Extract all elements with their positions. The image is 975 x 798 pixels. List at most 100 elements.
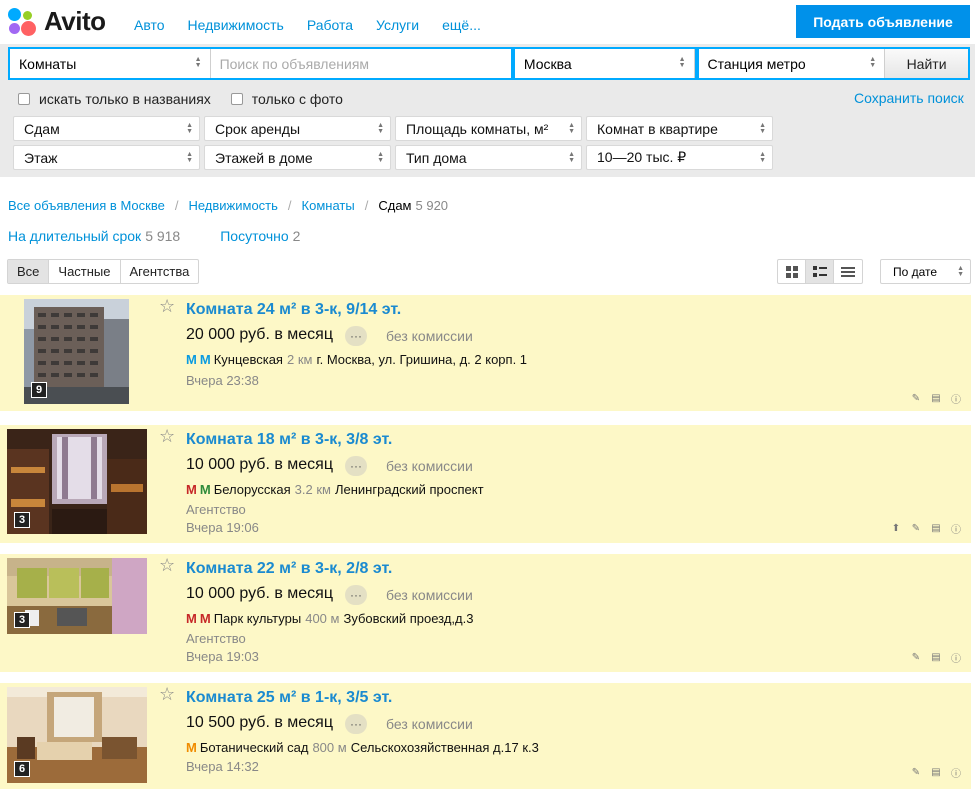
sort-select[interactable]: По дате ▲ ▼ bbox=[880, 259, 971, 284]
favorite-star-icon[interactable]: ☆ bbox=[159, 296, 175, 317]
listing-commission: без комиссии bbox=[386, 587, 473, 603]
edit-pencil-icon[interactable]: ✎ bbox=[909, 765, 923, 779]
notepad-icon[interactable]: ▤ bbox=[929, 521, 943, 535]
photo-only-label[interactable]: только с фото bbox=[252, 91, 343, 107]
filter-rooms-label: Комнат в квартире bbox=[597, 120, 718, 137]
select-arrows-icon: ▲ ▼ bbox=[869, 56, 877, 69]
tab-agencies[interactable]: Агентства bbox=[121, 260, 199, 283]
city-select[interactable]: Москва ▲ ▼ bbox=[515, 49, 695, 78]
metro-line-icon: M bbox=[186, 740, 197, 755]
listing-item[interactable]: 9 ☆ Комната 24 м² в 3-к, 9/14 эт. 20 000… bbox=[0, 295, 971, 411]
crumb-all-moscow[interactable]: Все объявления в Москве bbox=[8, 198, 165, 213]
listing-photo[interactable]: 3 bbox=[7, 429, 147, 534]
filter-floors-label: Этажей в доме bbox=[215, 149, 313, 166]
select-arrows-icon: ▲ ▼ bbox=[957, 265, 964, 278]
find-button[interactable]: Найти bbox=[884, 49, 968, 78]
logo-dots-icon bbox=[8, 7, 38, 37]
filter-price-label: 10—20 тыс. ₽ bbox=[597, 149, 687, 165]
crumb-separator: / bbox=[287, 198, 292, 213]
filter-floor[interactable]: Этаж ▲ ▼ bbox=[13, 145, 200, 170]
listing-title[interactable]: Комната 25 м² в 1-к, 3/5 эт. bbox=[186, 689, 392, 707]
gallery-view-icon[interactable] bbox=[778, 260, 806, 283]
metro-select[interactable]: Станция метро ▲ ▼ bbox=[699, 49, 885, 78]
filter-house-type[interactable]: Тип дома ▲ ▼ bbox=[395, 145, 582, 170]
info-icon[interactable]: ⓘ bbox=[949, 391, 963, 406]
listing-photo[interactable]: 9 bbox=[24, 299, 129, 404]
notepad-icon[interactable]: ▤ bbox=[929, 391, 943, 405]
edit-pencil-icon[interactable]: ✎ bbox=[909, 650, 923, 664]
titles-only-label[interactable]: искать только в названиях bbox=[39, 91, 211, 107]
more-options-icon[interactable]: ··· bbox=[345, 585, 367, 605]
favorite-star-icon[interactable]: ☆ bbox=[159, 684, 175, 705]
titles-only-checkbox[interactable] bbox=[18, 93, 30, 105]
listing-photo[interactable]: 3 bbox=[7, 558, 147, 634]
site-header: Avito Авто Недвижимость Работа Услуги ещ… bbox=[0, 0, 975, 44]
listing-seller-type: Агентство bbox=[186, 502, 246, 517]
crumb-rooms[interactable]: Комнаты bbox=[302, 198, 355, 213]
post-ad-button[interactable]: Подать объявление bbox=[796, 5, 970, 38]
listing-date: Вчера 23:38 bbox=[186, 373, 259, 388]
view-switcher bbox=[777, 259, 863, 284]
search-options: искать только в названиях только с фото bbox=[18, 91, 363, 107]
notepad-icon[interactable]: ▤ bbox=[929, 650, 943, 664]
tab-all[interactable]: Все bbox=[8, 260, 50, 283]
metro-line-icon: M bbox=[186, 352, 197, 367]
favorite-star-icon[interactable]: ☆ bbox=[159, 555, 175, 576]
info-icon[interactable]: ⓘ bbox=[949, 650, 963, 665]
breadcrumb: Все объявления в Москве / Недвижимость /… bbox=[8, 198, 448, 213]
crumb-current: Сдам bbox=[378, 198, 412, 213]
save-search-link[interactable]: Сохранить поиск bbox=[854, 90, 964, 106]
list-view-icon[interactable] bbox=[806, 260, 834, 283]
metro-value: Станция метро bbox=[707, 55, 806, 72]
more-options-icon[interactable]: ··· bbox=[345, 714, 367, 734]
tab-private[interactable]: Частные bbox=[49, 260, 121, 283]
nav-realty[interactable]: Недвижимость bbox=[188, 17, 284, 33]
metro-station: Ботанический сад bbox=[199, 740, 309, 755]
nav-more[interactable]: ещё... bbox=[442, 17, 481, 33]
listing-price: 10 500 руб. в месяц bbox=[186, 714, 334, 731]
select-arrows-icon: ▲ ▼ bbox=[568, 151, 575, 164]
listing-photo[interactable]: 6 bbox=[7, 687, 147, 783]
listing-actions: ✎ ▤ ⓘ bbox=[909, 391, 963, 406]
listing-title[interactable]: Комната 22 м² в 3-к, 2/8 эт. bbox=[186, 560, 392, 578]
photo-only-checkbox[interactable] bbox=[230, 93, 243, 105]
edit-pencil-icon[interactable]: ✎ bbox=[909, 391, 923, 405]
sub-daily[interactable]: Посуточно bbox=[220, 228, 288, 244]
favorite-star-icon[interactable]: ☆ bbox=[159, 426, 175, 447]
listing-title[interactable]: Комната 24 м² в 3-к, 9/14 эт. bbox=[186, 301, 401, 319]
select-arrows-icon: ▲ ▼ bbox=[377, 151, 384, 164]
listing-item[interactable]: 3 ☆ Комната 18 м² в 3-к, 3/8 эт. 10 000 … bbox=[0, 425, 971, 543]
crumb-separator: / bbox=[174, 198, 179, 213]
info-icon[interactable]: ⓘ bbox=[949, 521, 963, 536]
filter-term[interactable]: Срок аренды ▲ ▼ bbox=[204, 116, 391, 141]
edit-pencil-icon[interactable]: ✎ bbox=[909, 521, 923, 535]
filter-area[interactable]: Площадь комнаты, м² ▲ ▼ bbox=[395, 116, 582, 141]
more-options-icon[interactable]: ··· bbox=[345, 326, 367, 346]
top-nav: Авто Недвижимость Работа Услуги ещё... bbox=[134, 17, 504, 33]
upvote-arrow-icon[interactable]: ⬆ bbox=[889, 521, 903, 535]
nav-jobs[interactable]: Работа bbox=[307, 17, 353, 33]
category-value: Комнаты bbox=[19, 55, 77, 72]
search-input[interactable]: Поиск по объявлениям bbox=[211, 49, 511, 78]
avito-logo[interactable]: Avito bbox=[8, 6, 106, 37]
listing-item[interactable]: 3 ☆ Комната 22 м² в 3-к, 2/8 эт. 10 000 … bbox=[0, 554, 971, 672]
filter-rooms[interactable]: Комнат в квартире ▲ ▼ bbox=[586, 116, 773, 141]
more-options-icon[interactable]: ··· bbox=[345, 456, 367, 476]
compact-view-icon[interactable] bbox=[834, 260, 862, 283]
sub-long-term[interactable]: На длительный срок bbox=[8, 228, 141, 244]
filter-deal[interactable]: Сдам ▲ ▼ bbox=[13, 116, 200, 141]
listing-location: M M Белорусская 3.2 км Ленинградский про… bbox=[186, 482, 484, 497]
crumb-realty[interactable]: Недвижимость bbox=[188, 198, 277, 213]
info-icon[interactable]: ⓘ bbox=[949, 765, 963, 780]
listing-item[interactable]: 6 ☆ Комната 25 м² в 1-к, 3/5 эт. 10 500 … bbox=[0, 683, 971, 789]
nav-auto[interactable]: Авто bbox=[134, 17, 165, 33]
listing-price: 10 000 руб. в месяц bbox=[186, 456, 334, 473]
listing-title[interactable]: Комната 18 м² в 3-к, 3/8 эт. bbox=[186, 431, 392, 449]
filter-floors[interactable]: Этажей в доме ▲ ▼ bbox=[204, 145, 391, 170]
notepad-icon[interactable]: ▤ bbox=[929, 765, 943, 779]
filter-price[interactable]: 10—20 тыс. ₽ ▲ ▼ bbox=[586, 145, 773, 170]
metro-distance: 2 км bbox=[286, 352, 313, 367]
nav-services[interactable]: Услуги bbox=[376, 17, 419, 33]
category-select[interactable]: Комнаты ▲ ▼ bbox=[10, 49, 211, 78]
listing-date: Вчера 19:06 bbox=[186, 520, 259, 535]
